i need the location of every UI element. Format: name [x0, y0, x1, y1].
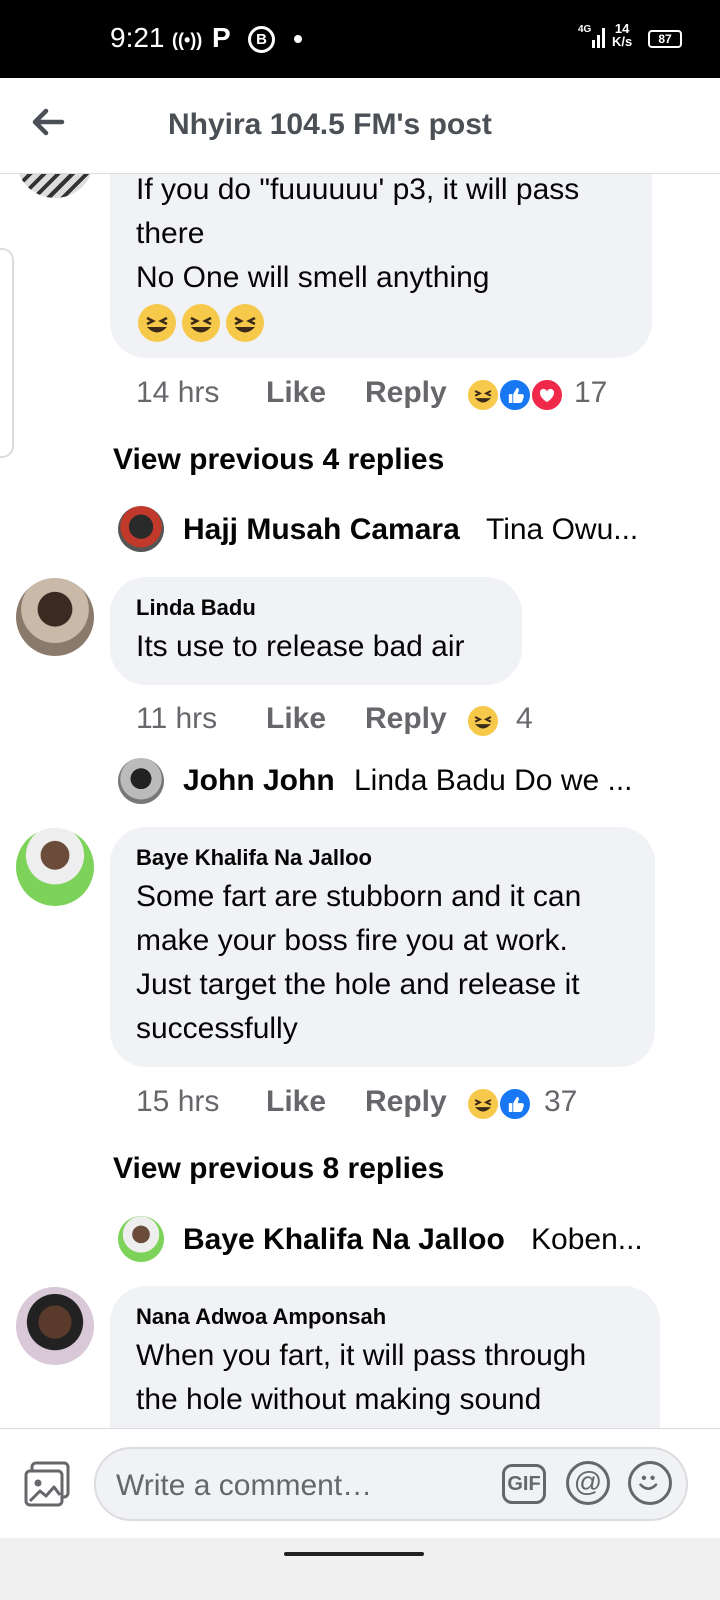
comment-placeholder: Write a comment…	[116, 1469, 373, 1502]
comment-input[interactable]: Write a comment… GIF @	[94, 1447, 688, 1521]
comment-text: When you fart, it will pass through	[136, 1339, 587, 1372]
reply-author[interactable]: John John	[183, 764, 335, 798]
like-button[interactable]: Like	[266, 376, 326, 410]
avatar[interactable]	[16, 578, 94, 656]
p-app-icon: P	[212, 22, 231, 53]
avatar[interactable]	[16, 828, 94, 906]
reply-button[interactable]: Reply	[365, 1085, 447, 1119]
comment-text: If you do "fuuuuuu' p3, it will pass	[136, 173, 580, 206]
like-button[interactable]: Like	[266, 1085, 326, 1119]
status-bar: 9:21 ((•)) P B 4G 14 K/s 87	[0, 0, 720, 78]
reply-snippet: Koben...	[531, 1223, 643, 1256]
comment-bubble: Linda Badu Its use to release bad air	[110, 577, 522, 685]
comment-time: 14 hrs	[136, 376, 220, 409]
like-reaction-icon	[498, 1087, 532, 1121]
comment-text: No One will smell anything	[136, 261, 490, 294]
comment-bubble: Baye Khalifa Na Jalloo Some fart are stu…	[110, 827, 655, 1067]
comment-time: 11 hrs	[136, 702, 218, 735]
emoji-icon[interactable]	[628, 1461, 672, 1505]
side-panel-handle[interactable]	[0, 248, 14, 458]
reply-button[interactable]: Reply	[365, 376, 447, 410]
svg-text:4G: 4G	[578, 24, 592, 35]
reply-button[interactable]: Reply	[365, 702, 447, 736]
gif-icon[interactable]: GIF	[502, 1464, 546, 1504]
post-header: Nhyira 104.5 FM's post	[0, 78, 720, 174]
comment-author[interactable]: Baye Khalifa Na Jalloo	[136, 845, 372, 871]
comment-author[interactable]: Linda Badu	[136, 595, 256, 621]
network-speed-unit: K/s	[612, 34, 633, 49]
laughing-emoji-icon	[182, 304, 220, 342]
avatar[interactable]	[118, 758, 164, 804]
b-app-icon: B	[248, 26, 275, 53]
notification-dot-icon	[294, 35, 302, 43]
avatar[interactable]	[16, 1287, 94, 1365]
system-navigation-bar	[0, 1538, 720, 1600]
reply-snippet: Linda Badu Do we ...	[354, 764, 633, 797]
view-previous-replies[interactable]: View previous 4 replies	[113, 443, 444, 477]
photo-icon[interactable]	[22, 1459, 74, 1511]
comment-author[interactable]: Nana Adwoa Amponsah	[136, 1304, 386, 1330]
network-speed: 14 K/s	[612, 22, 632, 48]
comment-text: Just target the hole and release it	[136, 968, 580, 1001]
haha-reaction-icon	[466, 704, 500, 738]
signal-icon: 4G	[578, 24, 605, 48]
reply-author[interactable]: Hajj Musah Camara	[183, 513, 460, 547]
laughing-emoji-icon	[138, 304, 176, 342]
reply-author[interactable]: Baye Khalifa Na Jalloo	[183, 1223, 505, 1257]
comment-text: the hole without making sound	[136, 1383, 542, 1416]
back-arrow-icon[interactable]	[28, 102, 68, 142]
clock: 9:21	[110, 22, 165, 53]
view-previous-replies[interactable]: View previous 8 replies	[113, 1152, 444, 1186]
avatar[interactable]	[118, 506, 164, 552]
battery-icon: 87	[648, 30, 682, 48]
mention-icon[interactable]: @	[566, 1461, 610, 1505]
comment-text: make your boss fire you at work.	[136, 924, 568, 957]
page-title: Nhyira 104.5 FM's post	[168, 108, 492, 141]
avatar[interactable]	[118, 1216, 164, 1262]
radio-icon: ((•))	[172, 30, 203, 50]
reaction-count[interactable]: 4	[516, 702, 533, 736]
comment-composer: Write a comment… GIF @	[0, 1428, 720, 1538]
reply-snippet: Tina Owu...	[486, 513, 639, 546]
like-reaction-icon	[498, 378, 532, 412]
comment-text: there	[136, 217, 205, 250]
haha-reaction-icon	[466, 1087, 500, 1121]
reaction-count[interactable]: 17	[574, 376, 607, 410]
comment-text: Its use to release bad air	[136, 630, 465, 663]
haha-reaction-icon	[466, 378, 500, 412]
home-gesture-bar[interactable]	[284, 1552, 424, 1556]
laughing-emoji-icon	[226, 304, 264, 342]
comment-text: successfully	[136, 1012, 298, 1045]
comment-text: Some fart are stubborn and it can	[136, 880, 582, 913]
comment-time: 15 hrs	[136, 1085, 220, 1118]
reaction-count[interactable]: 37	[544, 1085, 577, 1119]
love-reaction-icon	[530, 378, 564, 412]
like-button[interactable]: Like	[266, 702, 326, 736]
